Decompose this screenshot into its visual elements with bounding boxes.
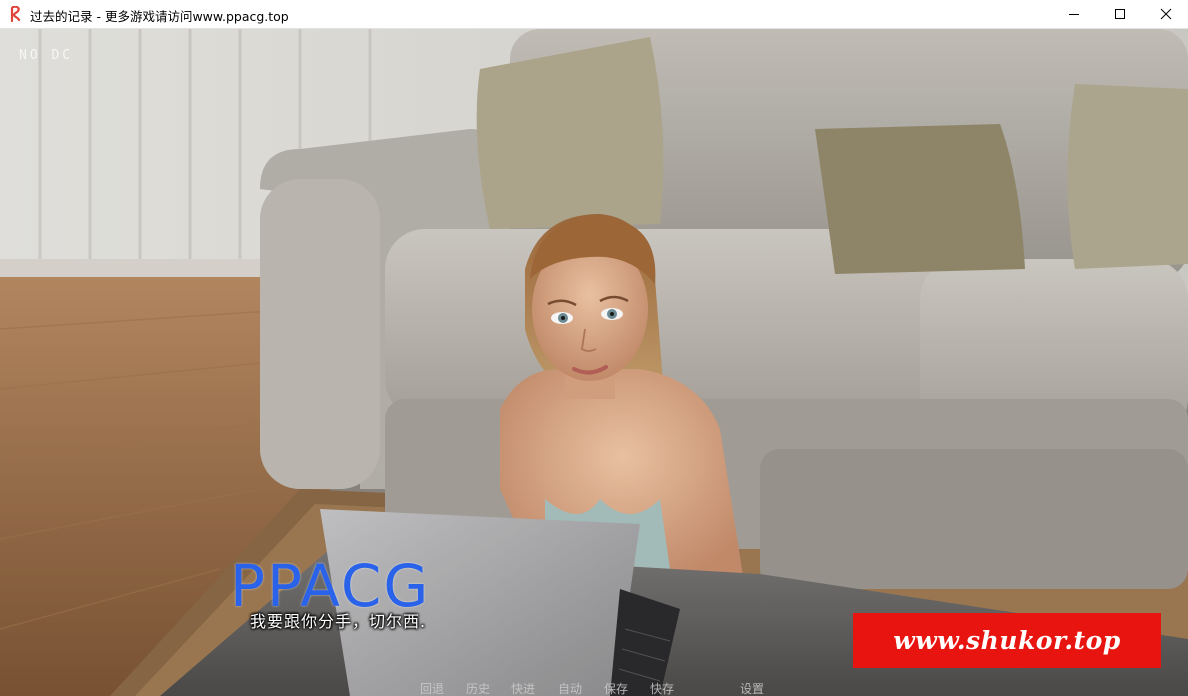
shukor-watermark: www.shukor.top	[853, 613, 1161, 668]
quick-menu-auto[interactable]: 自动	[558, 680, 582, 696]
title-bar[interactable]: 过去的记录 - 更多游戏请访问www.ppacg.top	[0, 0, 1188, 29]
minimize-icon	[1069, 14, 1079, 15]
close-icon	[1160, 8, 1172, 20]
status-indicator: NO DC	[19, 48, 74, 63]
maximize-icon	[1115, 9, 1125, 19]
quick-menu-save[interactable]: 保存	[604, 680, 628, 696]
quick-menu-skip[interactable]: 快进	[511, 680, 535, 696]
quick-menu-rollback[interactable]: 回退	[420, 680, 444, 696]
ppacg-watermark: PPACG	[230, 552, 431, 620]
minimize-button[interactable]	[1051, 0, 1097, 28]
game-window: 过去的记录 - 更多游戏请访问www.ppacg.top NO DC PPACG…	[0, 0, 1188, 696]
quick-menu-history[interactable]: 历史	[466, 680, 490, 696]
quick-menu-settings[interactable]: 设置	[740, 680, 764, 696]
quick-menu: 回退 历史 快进 自动 保存 快存 设置	[0, 680, 1188, 696]
game-scene[interactable]: NO DC PPACG 我要跟你分手，切尔西. www.shukor.top 回…	[0, 29, 1188, 696]
quick-menu-quicksave[interactable]: 快存	[650, 680, 674, 696]
dialogue-text[interactable]: 我要跟你分手，切尔西.	[250, 608, 426, 632]
window-title: 过去的记录 - 更多游戏请访问www.ppacg.top	[30, 9, 289, 24]
close-button[interactable]	[1143, 0, 1188, 28]
shukor-watermark-text: www.shukor.top	[893, 626, 1121, 655]
scene-background	[0, 29, 1188, 696]
maximize-button[interactable]	[1097, 0, 1143, 28]
app-logo-icon	[10, 6, 21, 22]
